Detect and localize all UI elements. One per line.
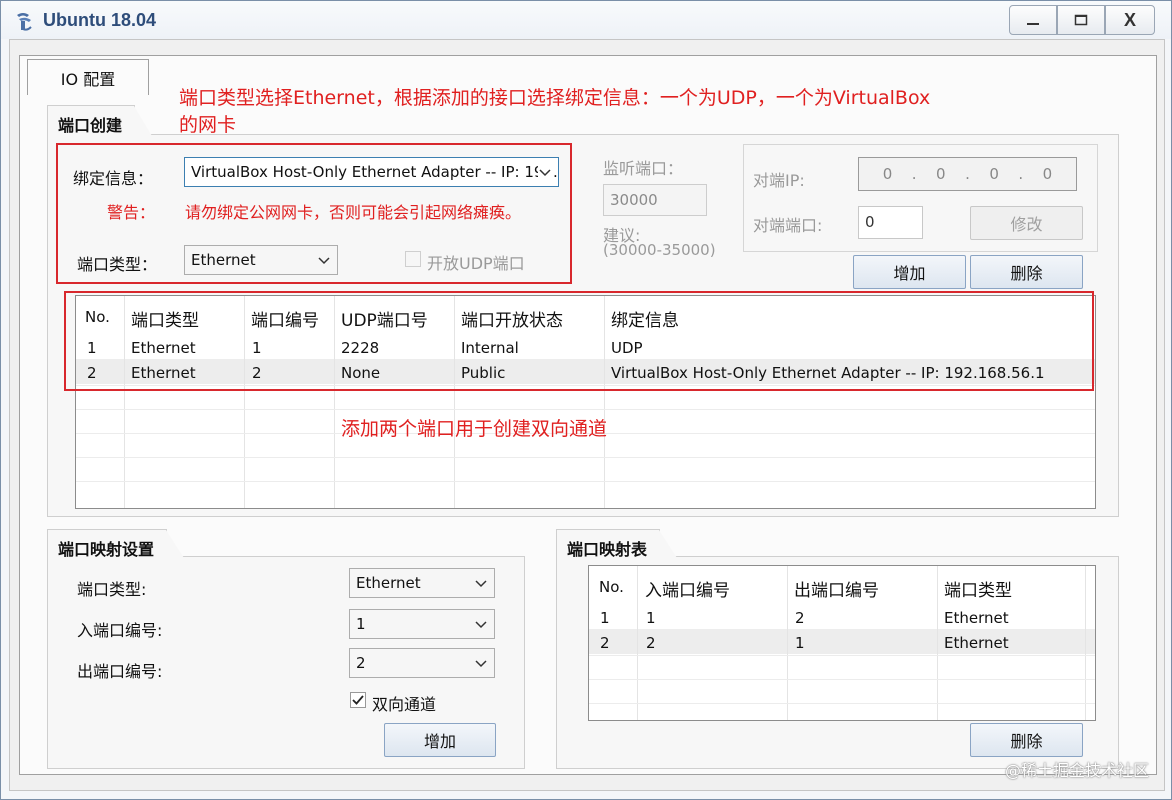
table-row-selected	[589, 629, 1095, 654]
in-port-label: 入端口编号:	[77, 621, 163, 640]
listen-port-input[interactable]: 30000	[603, 184, 707, 216]
annotation-top-line1: 端口类型选择Ethernet，根据添加的接口选择绑定信息：一个为UDP，一个为V…	[179, 87, 931, 109]
col-header-in-port[interactable]: 入端口编号	[645, 576, 730, 601]
checkmark-icon	[352, 695, 364, 705]
delete-port-button[interactable]: 删除	[970, 255, 1083, 289]
peer-port-label: 对端端口:	[753, 216, 823, 235]
minimize-icon	[1027, 23, 1039, 25]
out-port-label: 出端口编号:	[77, 662, 163, 681]
bidirectional-label: 双向通道	[372, 695, 437, 714]
minimize-button[interactable]	[1009, 5, 1057, 35]
peer-ip-label: 对端IP:	[753, 171, 805, 190]
in-port-value: 1	[356, 615, 366, 633]
close-icon: X	[1123, 9, 1136, 30]
mapping-settings-tab: 端口映射设置	[47, 529, 185, 559]
add-port-button[interactable]: 增加	[853, 255, 966, 289]
annotation-table-note: 添加两个端口用于创建双向通道	[341, 418, 608, 440]
chevron-down-icon	[475, 621, 487, 629]
tab-io-config-label: IO 配置	[60, 69, 116, 89]
out-port-value: 2	[356, 654, 366, 672]
map-type-label: 端口类型:	[77, 580, 147, 599]
map-type-value: Ethernet	[356, 574, 421, 592]
port-table-highlight	[64, 291, 1094, 391]
col-header-no[interactable]: No.	[599, 578, 624, 596]
peer-ip-input[interactable]: 0. 0. 0. 0	[858, 157, 1077, 191]
maximize-button[interactable]	[1057, 5, 1105, 35]
out-port-select[interactable]: 2	[349, 648, 495, 678]
watermark: @稀土掘金技术社区	[1004, 761, 1149, 780]
suggest-range: (30000-35000)	[603, 241, 716, 259]
window-title: Ubuntu 18.04	[43, 10, 157, 30]
chevron-down-icon	[475, 580, 487, 588]
modify-button[interactable]: 修改	[970, 206, 1083, 240]
mapping-table[interactable]: No. 入端口编号 出端口编号 端口类型 1 1 2 Ethernet 2 2 …	[588, 565, 1096, 721]
port-create-tab: 端口创建	[47, 105, 153, 136]
close-button[interactable]: X	[1105, 5, 1155, 35]
app-icon	[17, 13, 32, 31]
delete-mapping-button[interactable]: 删除	[970, 723, 1083, 757]
bind-info-highlight	[56, 143, 572, 284]
peer-port-input[interactable]: 0	[858, 206, 923, 239]
bidirectional-checkbox[interactable]	[350, 692, 366, 708]
app-window: Ubuntu 18.04 X IO 配置 端口创建 端口类型选择Ethernet…	[0, 0, 1172, 800]
map-type-select[interactable]: Ethernet	[349, 568, 495, 598]
in-port-select[interactable]: 1	[349, 609, 495, 639]
maximize-icon	[1074, 14, 1088, 26]
col-header-out-port[interactable]: 出端口编号	[794, 576, 879, 601]
ip-octet-3: 0	[989, 165, 999, 183]
mapping-table-tab: 端口映射表	[556, 529, 678, 559]
ip-octet-4: 0	[1042, 165, 1053, 183]
title-bar[interactable]: Ubuntu 18.04 X	[1, 1, 1171, 39]
add-mapping-button[interactable]: 增加	[384, 723, 496, 757]
annotation-top-line2: 的网卡	[179, 114, 237, 136]
col-header-port-type[interactable]: 端口类型	[944, 576, 1012, 601]
tab-io-config[interactable]: IO 配置	[27, 59, 149, 95]
chevron-down-icon	[475, 660, 487, 668]
ip-octet-2: 0	[936, 165, 946, 183]
listen-port-label: 监听端口：	[603, 159, 684, 178]
ip-octet-1: 0	[882, 165, 893, 183]
